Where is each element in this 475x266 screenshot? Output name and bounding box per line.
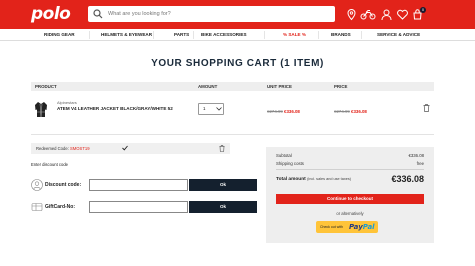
paypal-button[interactable]: Check out with PayPal: [316, 221, 378, 233]
nav-item-sale[interactable]: % SALE %: [283, 32, 306, 37]
search-box[interactable]: [88, 6, 335, 22]
nav-divider: [318, 31, 319, 39]
product-brand: Alpinestars: [57, 100, 77, 105]
product-thumbnail[interactable]: [34, 101, 48, 118]
total-label-text: Total amount: [276, 177, 306, 182]
giftcard-row: GiftCard-No: Ok: [31, 201, 257, 215]
total-value: €336.08: [391, 174, 424, 184]
subtotal-label: Subtotal: [276, 153, 292, 158]
nav-divider: [153, 31, 154, 39]
nav-item-brands[interactable]: BRANDS: [331, 32, 351, 37]
cart-table-header: PRODUCT AMOUNT UNIT PRICE PRICE: [31, 82, 434, 91]
alternative-label: or alternatively: [336, 211, 364, 216]
divider: [276, 169, 424, 170]
header-unit-price: UNIT PRICE: [267, 84, 292, 89]
shipping-value: free: [416, 161, 424, 166]
top-bar: polo 0: [0, 0, 475, 29]
redeemed-code-bar: Redeemed Code: SMOST19: [31, 143, 230, 154]
header-product: PRODUCT: [35, 84, 57, 89]
header-price: PRICE: [334, 84, 348, 89]
nav-divider: [361, 31, 362, 39]
divider: [31, 134, 434, 135]
quantity-value: 1: [203, 106, 206, 111]
total-note: (incl. sales and use taxes): [307, 177, 352, 181]
trash-icon[interactable]: [423, 104, 430, 112]
trash-icon[interactable]: [219, 145, 225, 152]
discount-code-input[interactable]: [89, 179, 188, 191]
page-title: YOUR SHOPPING CART (1 ITEM): [151, 58, 324, 69]
nav-item-riding-gear[interactable]: RIDING GEAR: [44, 32, 75, 37]
nav-item-parts[interactable]: PARTS: [174, 32, 189, 37]
checkout-button[interactable]: Continue to checkout: [276, 194, 424, 204]
shipping-label: Shipping costs: [276, 161, 304, 166]
product-name[interactable]: ATEM V4 LEATHER JACKET BLACK/GRAY/WHITE …: [57, 106, 173, 111]
giftcard-input[interactable]: [89, 201, 188, 213]
chevron-down-icon: [216, 107, 222, 111]
search-input[interactable]: [108, 8, 328, 20]
nav-divider: [193, 31, 194, 39]
paypal-prefix: Check out with: [320, 225, 343, 229]
nav-item-service-advice[interactable]: SERVICE & ADVICE: [377, 32, 420, 37]
redeemed-code-value: SMOST19: [70, 146, 90, 151]
unit-price-old: €274.99: [267, 109, 283, 114]
location-pin-icon[interactable]: [345, 8, 358, 21]
redeemed-code-label: Redeemed Code:: [36, 146, 69, 151]
price-old: €274.99: [334, 109, 350, 114]
cart-item-row: Alpinestars ATEM V4 LEATHER JACKET BLACK…: [31, 93, 434, 128]
user-circle-icon: [31, 179, 43, 191]
motorcycle-icon[interactable]: [360, 8, 376, 21]
heart-icon[interactable]: [396, 8, 409, 21]
giftcard-ok-button[interactable]: Ok: [189, 201, 257, 213]
quantity-select[interactable]: 1: [198, 103, 224, 115]
nav-item-bike-accessories[interactable]: BIKE ACCESSORIES: [201, 32, 247, 37]
paypal-logo: PayPal: [349, 223, 375, 231]
cart-count-badge: 0: [420, 7, 426, 13]
main-nav: RIDING GEAR HELMETS & EYEWEAR PARTS BIKE…: [0, 29, 475, 41]
price-new: €336.08: [351, 109, 367, 114]
checkmark-icon: [122, 145, 128, 151]
discount-code-label: Discount code:: [45, 182, 82, 188]
subtotal-value: €336.08: [408, 153, 424, 158]
redeemed-code-text: Redeemed Code: SMOST19: [36, 146, 90, 151]
order-summary: Subtotal €336.08 Shipping costs free Tot…: [266, 147, 434, 243]
user-icon[interactable]: [380, 8, 393, 21]
discount-ok-button[interactable]: Ok: [189, 179, 257, 191]
nav-divider: [89, 31, 90, 39]
unit-price-new: €336.08: [284, 109, 300, 114]
nav-item-helmets-eyewear[interactable]: HELMETS & EYEWEAR: [101, 32, 152, 37]
gift-card-icon: [31, 203, 43, 211]
total-label: Total amount (incl. sales and use taxes): [276, 177, 351, 182]
enter-discount-label: Enter discount code: [31, 162, 69, 167]
nav-divider: [264, 31, 265, 39]
discount-code-row: Discount code: Ok: [31, 179, 257, 193]
header-amount: AMOUNT: [198, 84, 218, 89]
polo-logo[interactable]: polo: [31, 4, 71, 24]
search-icon[interactable]: [93, 9, 103, 19]
giftcard-label: GiftCard-No:: [45, 204, 75, 210]
